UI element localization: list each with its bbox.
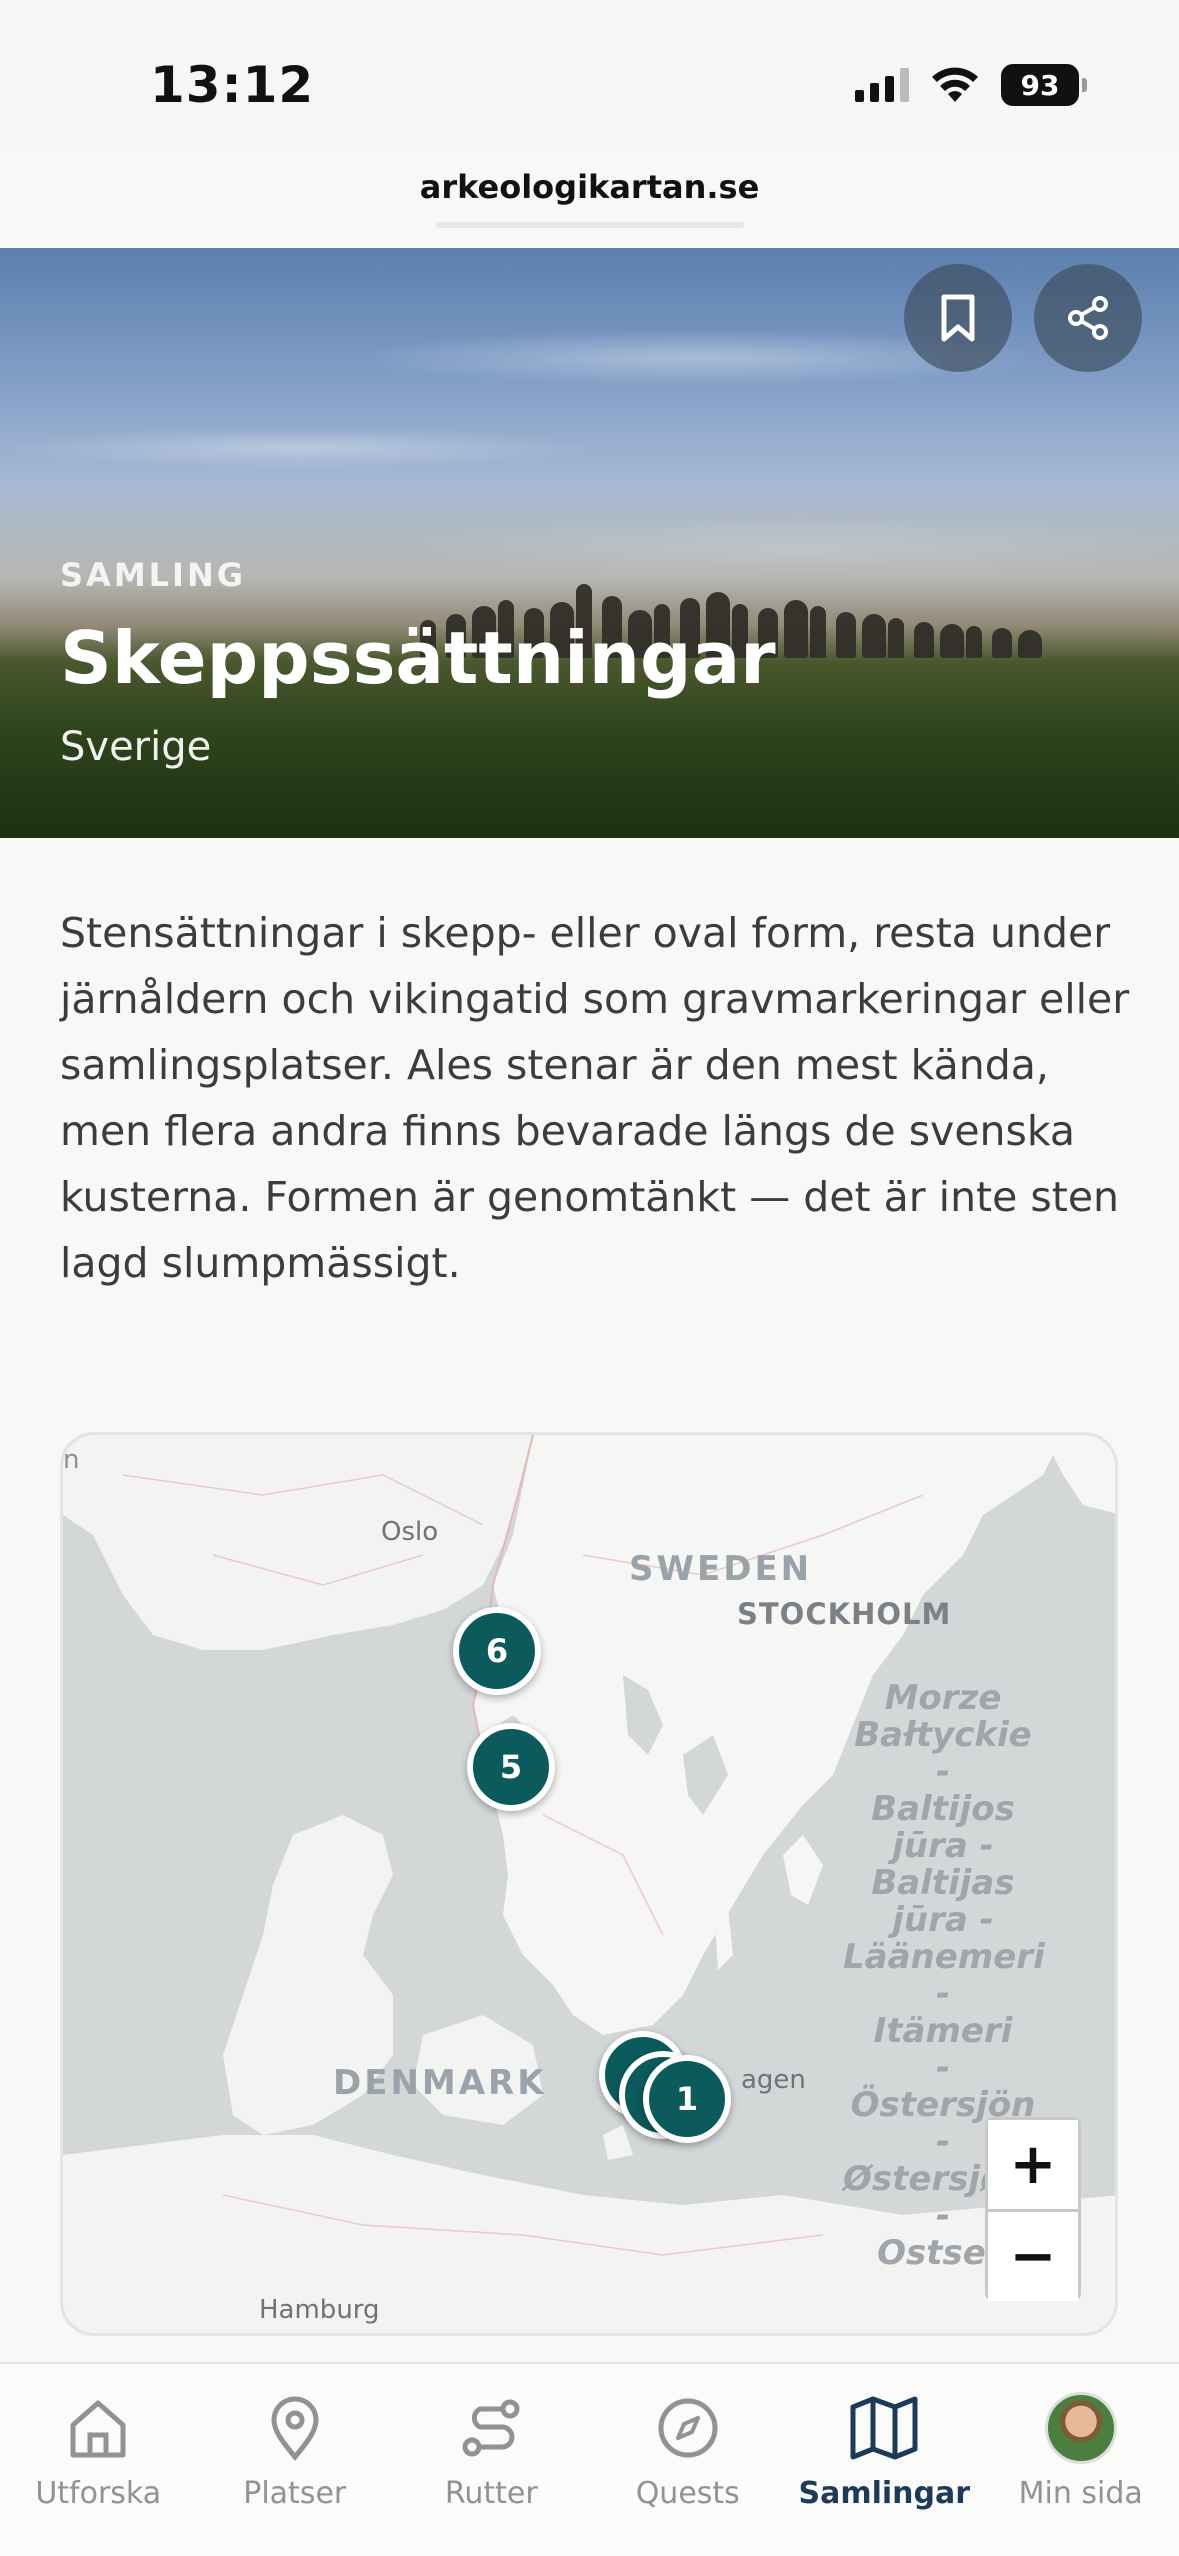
nav-label: Quests	[635, 2476, 740, 2511]
cluster-marker[interactable]: 6	[453, 1607, 541, 1695]
cellular-signal-icon	[855, 68, 909, 102]
nav-label: Min sida	[1018, 2476, 1143, 2511]
sea-label-line: -	[935, 2048, 951, 2088]
map-icon	[846, 2390, 922, 2466]
nav-item-utforska[interactable]: Utforska	[0, 2364, 197, 2556]
bottom-nav: Utforska Platser Rutter Quests Samlingar…	[0, 2362, 1179, 2556]
share-button[interactable]	[1034, 264, 1142, 372]
nav-item-platser[interactable]: Platser	[197, 2364, 394, 2556]
cluster-marker[interactable]: 1	[643, 2055, 731, 2143]
home-icon	[60, 2390, 136, 2466]
nav-label: Rutter	[444, 2476, 538, 2511]
zoom-in-button[interactable]: +	[988, 2120, 1078, 2209]
wifi-icon	[932, 67, 978, 102]
nav-label: Samlingar	[798, 2476, 971, 2511]
sea-label-line: Läänemeri	[843, 1937, 1045, 1977]
page-subtitle: Sverige	[60, 724, 212, 770]
sea-label-line: jūra -	[892, 1900, 994, 1940]
sea-label-line: -	[935, 1752, 951, 1792]
compass-icon	[650, 2390, 726, 2466]
nav-label: Utforska	[35, 2476, 162, 2511]
status-time: 13:12	[150, 56, 315, 114]
zoom-controls: + −	[985, 2117, 1081, 2301]
sea-label-line: Baltijos	[871, 1789, 1015, 1829]
zoom-out-button[interactable]: −	[988, 2212, 1078, 2301]
bookmark-button[interactable]	[904, 264, 1012, 372]
collection-map[interactable]: Oslo n SWEDEN STOCKHOLM DENMARK agen Ham…	[60, 1432, 1118, 2336]
map-label-hamburg: Hamburg	[259, 2295, 380, 2325]
map-label-edge: n	[63, 1445, 80, 1475]
avatar	[1044, 2392, 1117, 2464]
address-bar-underline	[436, 222, 744, 228]
nav-item-min-sida[interactable]: Min sida	[983, 2364, 1179, 2556]
nav-item-samlingar[interactable]: Samlingar	[786, 2364, 983, 2556]
page-title: Skeppssättningar	[60, 616, 776, 700]
nav-label: Platser	[243, 2476, 347, 2511]
battery-icon: 93	[1001, 64, 1087, 106]
map-label-stockholm: STOCKHOLM	[737, 1597, 952, 1631]
status-bar: 13:12 93 arkeologikartan.se	[0, 0, 1179, 228]
map-label-copenhagen: agen	[741, 2065, 806, 2095]
share-icon	[1068, 296, 1108, 340]
map-label-oslo: Oslo	[381, 1517, 439, 1547]
collection-kicker: SAMLING	[60, 556, 246, 594]
bookmark-icon	[941, 294, 975, 342]
collection-description: Stensättningar i skepp- eller oval form,…	[60, 909, 1130, 1287]
nav-item-quests[interactable]: Quests	[590, 2364, 787, 2556]
sea-label-line: Baltijas	[871, 1863, 1015, 1903]
sea-label-line: Morze	[884, 1678, 1002, 1718]
route-icon	[453, 2390, 529, 2466]
sea-label-line: -	[935, 1974, 951, 2014]
map-label-sweden: SWEDEN	[629, 1549, 813, 1589]
cluster-marker[interactable]: 5	[467, 1723, 555, 1811]
address-bar-url[interactable]: arkeologikartan.se	[0, 168, 1179, 206]
sea-label-line: jūra -	[892, 1826, 994, 1866]
map-label-denmark: DENMARK	[333, 2063, 547, 2103]
location-pin-icon	[257, 2390, 333, 2466]
sea-label-line: Itämeri	[873, 2011, 1013, 2051]
sea-label-line: Bałtyckie	[854, 1715, 1032, 1755]
nav-item-rutter[interactable]: Rutter	[393, 2364, 590, 2556]
status-icons: 93	[855, 62, 1087, 108]
